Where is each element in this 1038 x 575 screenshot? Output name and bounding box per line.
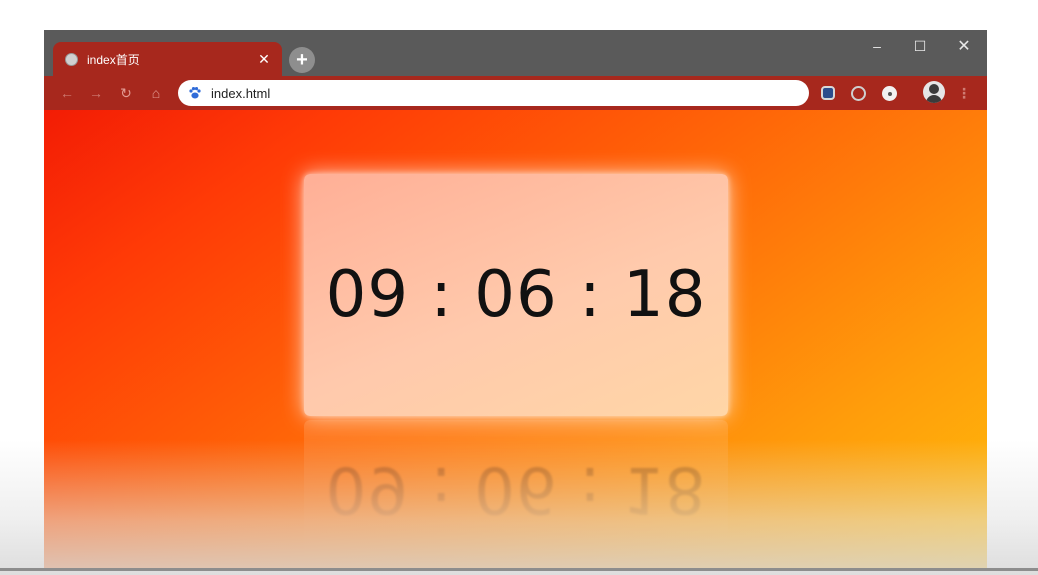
page-viewport: 09 : 06 : 18 09 : 06 : 18 bbox=[44, 110, 987, 570]
address-bar[interactable]: index.html bbox=[178, 80, 809, 106]
home-icon[interactable]: ⌂ bbox=[145, 82, 167, 104]
browser-toolbar: ← → ↻ ⌂ index.html ⋮ bbox=[44, 76, 987, 110]
close-window-icon[interactable]: ✕ bbox=[952, 36, 976, 56]
reload-icon[interactable]: ↻ bbox=[115, 82, 137, 104]
profile-avatar[interactable] bbox=[923, 81, 945, 103]
more-menu-icon[interactable]: ⋮ bbox=[957, 82, 971, 104]
maximize-icon[interactable]: ☐ bbox=[908, 36, 932, 56]
tab-strip: index首页 ✕ + – ☐ ✕ bbox=[44, 30, 987, 76]
clock-time-reflection: 09 : 06 : 18 bbox=[325, 452, 707, 526]
clock-time: 09 : 06 : 18 bbox=[325, 258, 707, 332]
divider bbox=[0, 568, 1038, 571]
globe-icon bbox=[65, 52, 78, 66]
extension-icon[interactable] bbox=[821, 86, 835, 100]
clock-reflection: 09 : 06 : 18 bbox=[304, 420, 728, 570]
tab-close-icon[interactable]: ✕ bbox=[254, 49, 274, 69]
back-icon[interactable]: ← bbox=[56, 82, 78, 104]
clock-card: 09 : 06 : 18 bbox=[304, 174, 728, 416]
tab-index[interactable]: index首页 ✕ bbox=[53, 42, 282, 76]
minimize-icon[interactable]: – bbox=[865, 36, 889, 56]
paw-icon bbox=[188, 86, 202, 100]
extension-icon[interactable] bbox=[851, 86, 866, 101]
forward-icon[interactable]: → bbox=[85, 82, 107, 104]
new-tab-button[interactable]: + bbox=[289, 47, 315, 73]
tab-title: index首页 bbox=[87, 52, 140, 67]
browser-window: index首页 ✕ + – ☐ ✕ ← → ↻ ⌂ index.html ⋮ 0… bbox=[44, 30, 987, 570]
url-text: index.html bbox=[211, 85, 271, 101]
extension-icon[interactable] bbox=[882, 86, 897, 101]
